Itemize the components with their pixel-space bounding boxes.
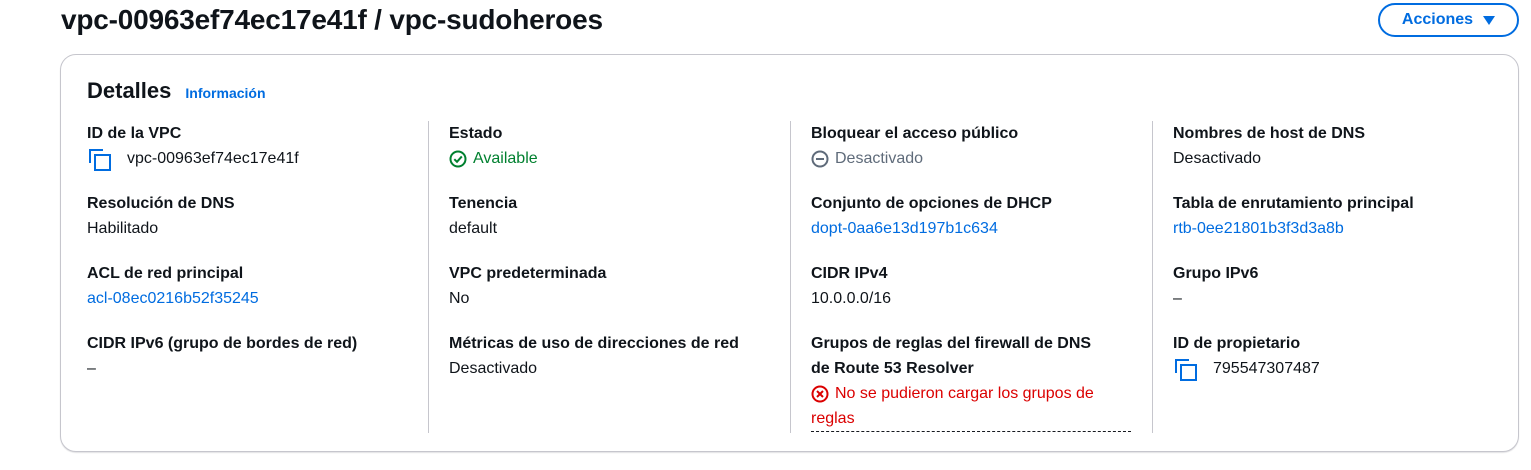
ipv4-cidr-field: CIDR IPv4 10.0.0.0/16 (811, 261, 1151, 311)
dhcp-options-label: Conjunto de opciones de DHCP (811, 195, 1052, 212)
ipv4-cidr-value: 10.0.0.0/16 (811, 290, 892, 307)
dns-resolution-label: Resolución de DNS (87, 195, 235, 212)
dns-resolution-value: Habilitado (87, 220, 159, 237)
ipv6-pool-value: – (1173, 290, 1182, 307)
state-value: Available (473, 150, 538, 167)
tenancy-field: Tenencia default (449, 191, 789, 241)
dns-firewall-label-line1: Grupos de reglas del firewall de DNS (811, 335, 1092, 352)
copy-icon[interactable] (1175, 358, 1197, 381)
details-title: Detalles (87, 78, 172, 103)
main-route-table-link[interactable]: rtb-0ee21801b3f3d3a8b (1173, 216, 1344, 241)
ipv6-cidr-value: – (87, 360, 96, 377)
dns-firewall-error-line2: reglas (811, 410, 855, 427)
column-divider (428, 121, 429, 433)
main-network-acl-link[interactable]: acl-08ec0216b52f35245 (87, 286, 259, 311)
details-header: Detalles Información (87, 77, 266, 105)
owner-id-label: ID de propietario (1173, 335, 1301, 352)
vpc-id-value: vpc-00963ef74ec17e41f (127, 150, 299, 167)
vpc-id-field: ID de la VPC vpc-00963ef74ec17e41f (87, 121, 427, 171)
main-route-table-label: Tabla de enrutamiento principal (1173, 195, 1414, 212)
ipv4-cidr-label: CIDR IPv4 (811, 265, 888, 282)
tenancy-label: Tenencia (449, 195, 518, 212)
details-panel: Detalles Información ID de la VPC vpc-00… (60, 54, 1519, 452)
ipv6-cidr-label: CIDR IPv6 (grupo de bordes de red) (87, 335, 358, 352)
dhcp-options-link[interactable]: dopt-0aa6e13d197b1c634 (811, 216, 998, 241)
main-network-acl-label: ACL de red principal (87, 265, 244, 282)
default-vpc-label: VPC predeterminada (449, 265, 607, 282)
network-usage-metrics-label: Métricas de uso de direcciones de red (449, 335, 739, 352)
dns-resolution-field: Resolución de DNS Habilitado (87, 191, 427, 241)
ipv6-pool-label: Grupo IPv6 (1173, 265, 1259, 282)
vpc-id-label: ID de la VPC (87, 125, 182, 142)
state-field: Estado Available (449, 121, 789, 171)
network-usage-metrics-field: Métricas de uso de direcciones de red De… (449, 331, 789, 381)
main-network-acl-field: ACL de red principal acl-08ec0216b52f352… (87, 261, 427, 311)
dns-firewall-label-line2: de Route 53 Resolver (811, 360, 974, 377)
info-link[interactable]: Información (185, 85, 265, 101)
check-circle-icon (449, 150, 467, 167)
tenancy-value: default (449, 220, 498, 237)
default-vpc-value: No (449, 290, 470, 307)
error-circle-icon (811, 385, 829, 402)
default-vpc-field: VPC predeterminada No (449, 261, 789, 311)
dns-hostnames-label: Nombres de host de DNS (1173, 125, 1366, 142)
page-title: vpc-00963ef74ec17e41f / vpc-sudoheroes (61, 4, 603, 35)
dns-firewall-rule-groups-field: Grupos de reglas del firewall de DNS de … (811, 331, 1151, 432)
block-public-access-value: Desactivado (835, 150, 924, 167)
column-divider (1152, 121, 1153, 433)
minus-circle-icon (811, 150, 829, 167)
dhcp-options-field: Conjunto de opciones de DHCP dopt-0aa6e1… (811, 191, 1151, 241)
owner-id-value: 795547307487 (1213, 360, 1320, 377)
network-usage-metrics-value: Desactivado (449, 360, 538, 377)
caret-down-icon (1483, 15, 1496, 25)
ipv6-cidr-field: CIDR IPv6 (grupo de bordes de red) – (87, 331, 427, 381)
state-label: Estado (449, 125, 503, 142)
actions-button[interactable]: Acciones (1378, 3, 1519, 37)
dns-hostnames-value: Desactivado (1173, 150, 1262, 167)
column-divider (790, 121, 791, 433)
actions-button-label: Acciones (1401, 11, 1474, 28)
copy-icon[interactable] (89, 148, 111, 171)
dns-firewall-error[interactable]: No se pudieron cargar los grupos de regl… (811, 381, 1131, 432)
ipv6-pool-field: Grupo IPv6 – (1173, 261, 1503, 311)
dns-firewall-error-line1: No se pudieron cargar los grupos de (835, 385, 1094, 402)
dns-hostnames-field: Nombres de host de DNS Desactivado (1173, 121, 1503, 171)
block-public-access-field: Bloquear el acceso público Desactivado (811, 121, 1151, 171)
main-route-table-field: Tabla de enrutamiento principal rtb-0ee2… (1173, 191, 1503, 241)
owner-id-field: ID de propietario 795547307487 (1173, 331, 1503, 381)
block-public-access-label: Bloquear el acceso público (811, 125, 1019, 142)
